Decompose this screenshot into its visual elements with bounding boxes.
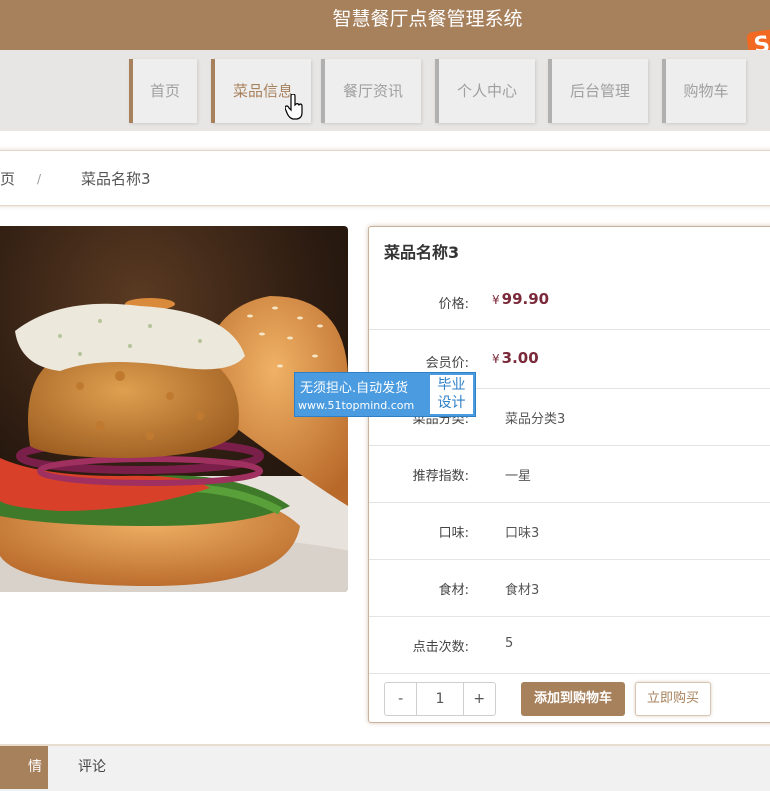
watermark-text: 无须担心.自动发货	[300, 381, 409, 396]
hand-cursor-icon	[285, 94, 303, 120]
currency-symbol: ¥	[492, 293, 500, 307]
nav-profile[interactable]: 个人中心	[435, 59, 535, 123]
app-title: 智慧餐厅点餐管理系统	[332, 8, 523, 30]
watermark-tag-line1: 毕业	[437, 377, 466, 393]
member-price-amount: 3.00	[501, 349, 539, 367]
nav-news[interactable]: 餐厅资讯	[321, 59, 421, 123]
breadcrumb-current: 菜品名称3	[81, 170, 151, 188]
category-value: 菜品分类3	[505, 412, 566, 427]
recommend-value: 一星	[505, 469, 532, 484]
breadcrumb-home-link[interactable]: 页	[0, 151, 15, 207]
member-price-value: ¥3.00	[492, 349, 539, 367]
watermark-url: www.51topmind.com	[298, 399, 415, 412]
buy-now-button[interactable]: 立即购买	[635, 682, 711, 716]
currency-symbol: ¥	[492, 352, 500, 366]
add-to-cart-button[interactable]: 添加到购物车	[521, 682, 625, 716]
taste-value: 口味3	[505, 526, 540, 541]
taste-row: 口味: 口味3	[369, 502, 770, 560]
recommend-row: 推荐指数: 一星	[369, 445, 770, 503]
main-nav: 首页 菜品信息 餐厅资讯 个人中心 后台管理 购物车	[0, 50, 770, 131]
clicks-label: 点击次数:	[412, 640, 469, 655]
tab-comment[interactable]: 评论	[78, 746, 106, 789]
price-label: 价格:	[438, 297, 469, 312]
nav-cart[interactable]: 购物车	[662, 59, 746, 123]
dish-detail-card: 菜品名称3 价格: ¥99.90 会员价: ¥3.00 菜品分类: 菜品分类3 …	[368, 226, 770, 723]
recommend-label: 推荐指数:	[412, 469, 469, 484]
ingredient-value: 食材3	[505, 583, 540, 598]
breadcrumb-separator: /	[37, 172, 42, 186]
member-price-label: 会员价:	[425, 356, 469, 371]
quantity-stepper: - 1 +	[384, 682, 496, 716]
price-amount: 99.90	[501, 290, 550, 308]
ingredient-row: 食材: 食材3	[369, 559, 770, 617]
top-header: 智慧餐厅点餐管理系统	[0, 0, 770, 50]
tab-detail[interactable]: 情	[0, 746, 48, 789]
quantity-minus-button[interactable]: -	[385, 683, 418, 715]
taste-label: 口味:	[438, 526, 469, 541]
watermark-badge: 无须担心.自动发货 www.51topmind.com 毕业 设计	[294, 372, 476, 417]
clicks-row: 点击次数: 5	[369, 616, 770, 674]
ingredient-label: 食材:	[438, 583, 469, 598]
watermark-tag: 毕业 设计	[430, 375, 473, 414]
dish-title: 菜品名称3	[384, 243, 460, 262]
detail-tabs: 情 评论	[0, 744, 770, 791]
nav-admin[interactable]: 后台管理	[548, 59, 648, 123]
breadcrumb: 页 / 菜品名称3	[0, 150, 770, 206]
price-row: 价格: ¥99.90	[369, 270, 770, 330]
clicks-value: 5	[505, 636, 514, 651]
quantity-input[interactable]: 1	[417, 683, 464, 715]
watermark-tag-line2: 设计	[437, 395, 466, 411]
quantity-plus-button[interactable]: +	[464, 683, 495, 715]
price-value: ¥99.90	[492, 290, 549, 308]
nav-home[interactable]: 首页	[129, 59, 197, 123]
